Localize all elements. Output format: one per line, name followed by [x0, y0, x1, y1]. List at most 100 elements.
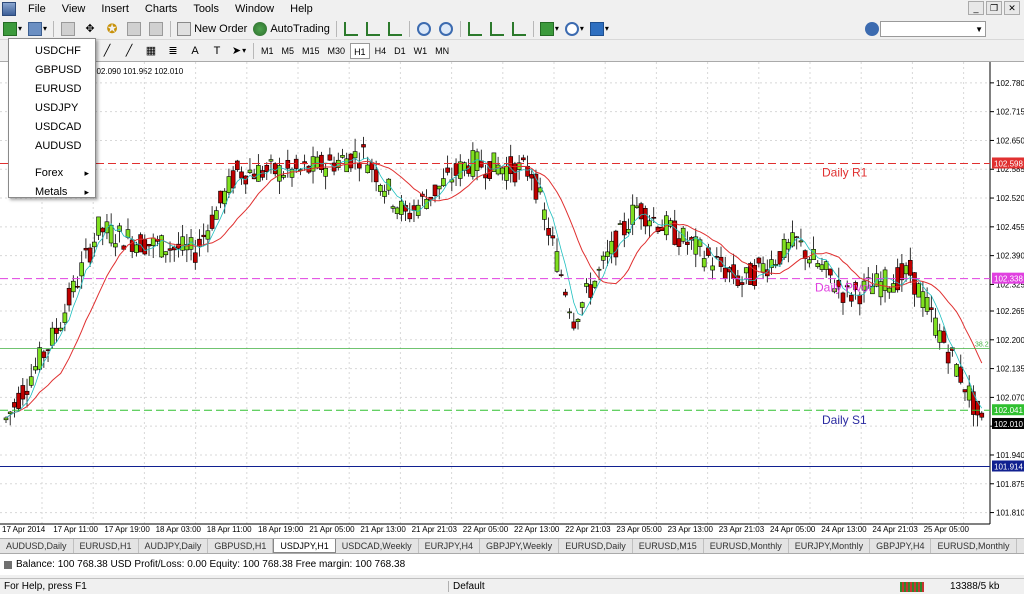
market-watch-button[interactable]	[58, 20, 78, 38]
trendline-button[interactable]: ╱	[119, 42, 139, 60]
chart-tab[interactable]: EURUSD,H1	[74, 539, 139, 553]
menu-window[interactable]: Window	[227, 0, 282, 18]
bar-chart-button[interactable]	[341, 20, 361, 38]
submenu-forex[interactable]: Forex	[9, 164, 95, 183]
text-button[interactable]: A	[185, 42, 205, 60]
tile-windows-button[interactable]	[465, 20, 485, 38]
candlestick	[272, 163, 278, 175]
chart-tab[interactable]: GBPUSD,H1	[208, 539, 274, 553]
search-dropdown-icon[interactable]: ▼	[975, 25, 983, 34]
candlestick	[327, 154, 333, 161]
label-button[interactable]: T	[207, 42, 227, 60]
close-icon[interactable]: ✕	[1004, 1, 1020, 15]
candlestick	[643, 208, 648, 227]
chart-shift-button[interactable]	[509, 20, 529, 38]
search-input[interactable]: ▼	[880, 21, 986, 37]
chart-tab[interactable]: GBPJPY,H4	[870, 539, 932, 553]
symbol-menu-item[interactable]: AUDUSD	[9, 137, 95, 156]
zoom-in-button[interactable]	[414, 20, 434, 38]
chart-tab[interactable]: GBPJPY,Weekly	[480, 539, 560, 553]
pivot-price-tag: 102.338	[994, 275, 1023, 284]
price-axis-label: 102.780	[996, 79, 1024, 88]
price-axis-label: 102.200	[996, 336, 1024, 345]
profiles-icon	[28, 21, 43, 36]
submenu-metals[interactable]: Metals	[9, 183, 95, 202]
candlestick-button[interactable]	[363, 20, 383, 38]
chart-tab[interactable]: AUDUSD,Daily	[0, 539, 74, 553]
menu-insert[interactable]: Insert	[93, 0, 137, 18]
symbol-menu-item[interactable]: GBPUSD	[9, 61, 95, 80]
dropdown-arrow-icon: ▾	[18, 24, 23, 33]
candlestick	[542, 209, 547, 220]
symbol-menu-item[interactable]: EURUSD	[9, 80, 95, 99]
chart-tab[interactable]: EURUSD,Daily	[559, 539, 633, 553]
timeframe-m30[interactable]: M30	[325, 43, 349, 59]
indicators-button[interactable]: ▾	[538, 20, 561, 38]
templates-button[interactable]: ▾	[588, 20, 611, 38]
candlestick	[457, 161, 463, 179]
zoom-in-icon	[416, 21, 431, 36]
search-settings-button[interactable]	[865, 22, 879, 39]
symbol-menu-item[interactable]: USDJPY	[9, 99, 95, 118]
strategy-tester-button[interactable]	[146, 20, 166, 38]
timeframe-w1[interactable]: W1	[411, 43, 431, 59]
arrows-button[interactable]: ➤ ▾	[229, 42, 249, 60]
candlestick	[621, 221, 627, 236]
auto-scroll-button[interactable]	[487, 20, 507, 38]
tile-windows-icon	[467, 21, 482, 36]
candlestick	[41, 351, 47, 358]
chart-tab[interactable]: AUDJPY,Daily	[139, 539, 209, 553]
timeframe-m5[interactable]: M5	[279, 43, 298, 59]
channel-button[interactable]: ▦	[141, 42, 161, 60]
fibo-button[interactable]: ≣	[163, 42, 183, 60]
candlestick	[579, 302, 585, 308]
candlestick	[714, 256, 720, 258]
chart-tab[interactable]: USDJPY,H1	[273, 539, 336, 553]
new-chart-button[interactable]: ▾	[1, 20, 24, 38]
chart-tab[interactable]: EURJPY,H4	[419, 539, 480, 553]
timeframe-h1[interactable]: H1	[350, 42, 370, 59]
auto-trading-button[interactable]: AutoTrading	[251, 20, 332, 38]
navigator-button[interactable]: ✪	[102, 20, 122, 38]
restore-icon[interactable]: ❐	[986, 1, 1002, 15]
minimize-icon[interactable]: _	[968, 1, 984, 15]
profiles-button[interactable]: ▾	[26, 20, 49, 38]
zoom-out-button[interactable]	[436, 20, 456, 38]
timeframe-h4[interactable]: H4	[372, 43, 390, 59]
menu-charts[interactable]: Charts	[137, 0, 185, 18]
chart-tab[interactable]: EURUSD,Monthly	[704, 539, 789, 553]
candlestick	[786, 242, 791, 250]
menu-tools[interactable]: Tools	[185, 0, 227, 18]
time-axis-label: 23 Apr 21:03	[719, 525, 765, 534]
candlestick	[239, 171, 244, 179]
menu-file[interactable]: File	[20, 0, 54, 18]
candlestick	[361, 144, 366, 148]
timeframe-d1[interactable]: D1	[391, 43, 409, 59]
candlestick	[214, 210, 219, 220]
timeframe-mn[interactable]: MN	[432, 43, 452, 59]
timeframe-m15[interactable]: M15	[299, 43, 323, 59]
candlestick	[798, 240, 804, 243]
symbol-menu-item[interactable]: USDCHF	[9, 42, 95, 61]
chart-canvas[interactable]: 102.780102.715102.650102.585102.520102.4…	[0, 62, 1024, 538]
candlestick	[495, 164, 501, 175]
chart-tab[interactable]: USDCAD,Weekly	[336, 539, 419, 553]
candlestick	[432, 184, 438, 197]
periods-button[interactable]: ▾	[563, 20, 586, 38]
menu-help[interactable]: Help	[282, 0, 321, 18]
cursor-button[interactable]: ╱	[97, 42, 117, 60]
menu-view[interactable]: View	[54, 0, 94, 18]
candlestick	[100, 227, 106, 233]
price-axis-label: 102.715	[996, 108, 1024, 117]
chart-tab[interactable]: EURUSD,Monthly	[931, 539, 1017, 553]
candlestick	[289, 168, 295, 178]
chart-tab[interactable]: EURUSD,M15	[633, 539, 704, 553]
symbol-menu-item[interactable]: USDCAD	[9, 118, 95, 137]
terminal-button[interactable]	[124, 20, 144, 38]
price-chart[interactable]: 102.090 101.952 102.010 102.780 102.715 10…	[0, 61, 1024, 538]
chart-tab[interactable]: EURJPY,Monthly	[789, 539, 871, 553]
new-order-button[interactable]: New Order	[175, 20, 249, 38]
line-chart-button[interactable]	[385, 20, 405, 38]
data-window-button[interactable]: ✥	[80, 20, 100, 38]
timeframe-m1[interactable]: M1	[258, 43, 277, 59]
